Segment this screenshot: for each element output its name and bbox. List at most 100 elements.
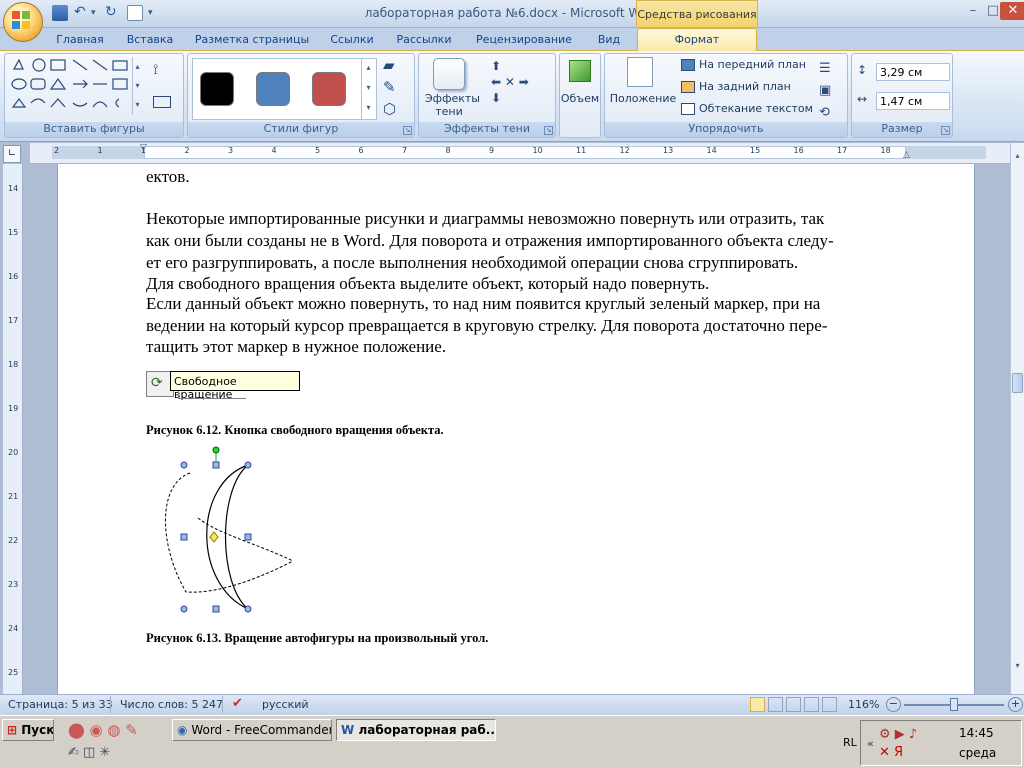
tab-insert[interactable]: Вставка bbox=[120, 30, 180, 50]
size-launcher-icon[interactable]: ↘ bbox=[941, 126, 950, 135]
shape-outline-icon[interactable]: ✎ bbox=[383, 78, 396, 96]
align-group-rotate-icons[interactable]: ☰ ▣ ⟲ bbox=[819, 58, 831, 124]
shape-styles-launcher-icon[interactable]: ↘ bbox=[403, 126, 412, 135]
view-buttons bbox=[750, 697, 840, 712]
zoom-out-icon[interactable]: − bbox=[886, 697, 901, 712]
tray-expand-icon[interactable]: « bbox=[867, 737, 874, 750]
tab-mailings[interactable]: Рассылки bbox=[391, 30, 457, 50]
position-label[interactable]: Положение bbox=[609, 92, 677, 105]
three-d-icon[interactable] bbox=[569, 60, 591, 82]
ruler-number: 1 bbox=[141, 146, 147, 155]
tray-icons[interactable]: ⚙ ▶ ♪ bbox=[879, 727, 917, 742]
height-icon: ↕ bbox=[857, 63, 868, 77]
shapes-gallery-scroll[interactable]: ▴ ▾ ▾ bbox=[132, 57, 142, 115]
ruler-number: 14 bbox=[706, 146, 717, 155]
style-swatch-black[interactable] bbox=[200, 72, 234, 106]
ruler-number: 12 bbox=[619, 146, 630, 155]
group-arrange: Положение На передний план На задний пла… bbox=[604, 53, 848, 138]
text-wrapping-label[interactable]: Обтекание текстом bbox=[699, 102, 813, 115]
tab-view[interactable]: Вид bbox=[590, 30, 628, 50]
tab-page-layout[interactable]: Разметка страницы bbox=[190, 30, 314, 50]
shape-fill-icon[interactable]: ▰ bbox=[383, 56, 395, 74]
window-title: лабораторная работа №6.docx - Microsoft … bbox=[364, 6, 660, 20]
contextual-tab-title: Средства рисования bbox=[636, 0, 758, 28]
tab-references[interactable]: Ссылки bbox=[322, 30, 382, 50]
ruler-number: 6 bbox=[358, 146, 364, 155]
ruler-number: 3 bbox=[228, 146, 234, 155]
shadow-effects-label-2[interactable]: тени bbox=[425, 105, 473, 118]
edit-shape-icon[interactable]: ⟟ bbox=[153, 62, 158, 78]
bring-to-front-label[interactable]: На передний план bbox=[699, 58, 806, 71]
group-label-shadow-effects: Эффекты тени bbox=[419, 122, 555, 137]
tab-format[interactable]: Формат bbox=[637, 28, 757, 51]
document-page[interactable]: ектов. Некоторые импортированные рисунки… bbox=[57, 164, 975, 694]
text-box-icon[interactable] bbox=[153, 96, 171, 108]
vertical-ruler-number: 22 bbox=[8, 536, 19, 545]
draft-icon[interactable] bbox=[822, 697, 837, 712]
page-count[interactable]: Страница: 5 из 33 bbox=[8, 698, 113, 711]
clock-time[interactable]: 14:45 bbox=[959, 726, 994, 740]
ruler-number: 4 bbox=[271, 146, 277, 155]
body-line-2: Некоторые импортированные рисунки и диаг… bbox=[146, 209, 825, 228]
position-icon[interactable] bbox=[627, 57, 653, 87]
task-label-word: лабораторная раб... bbox=[358, 723, 496, 737]
full-screen-reading-icon[interactable] bbox=[768, 697, 783, 712]
task-word-document[interactable]: W лабораторная раб... bbox=[336, 719, 496, 741]
bring-front-icon bbox=[681, 59, 695, 71]
scroll-down-icon[interactable]: ▾ bbox=[1012, 661, 1023, 673]
scroll-up-icon[interactable]: ▴ bbox=[1012, 151, 1023, 163]
group-label-shape-styles: Стили фигур bbox=[188, 122, 414, 137]
ruler-number: 13 bbox=[663, 146, 674, 155]
quick-launch-icons[interactable]: ⬤ ◉ ◍ ✎ bbox=[68, 721, 138, 739]
tray-icons-2[interactable]: ✕ Я bbox=[879, 745, 903, 760]
style-swatch-red[interactable] bbox=[312, 72, 346, 106]
vertical-ruler-number: 21 bbox=[8, 492, 19, 501]
zoom-level[interactable]: 116% bbox=[848, 698, 879, 711]
caption-figure-6-12: Рисунок 6.12. Кнопка свободного вращения… bbox=[146, 423, 444, 437]
style-gallery-scroll[interactable]: ▴ ▾ ▾ bbox=[361, 58, 375, 120]
tab-review[interactable]: Рецензирование bbox=[470, 30, 578, 50]
shadow-effects-launcher-icon[interactable]: ↘ bbox=[544, 126, 553, 135]
style-swatch-blue[interactable] bbox=[256, 72, 290, 106]
spelling-check-icon[interactable]: ✔ bbox=[232, 696, 243, 711]
group-label-insert-shapes: Вставить фигуры bbox=[5, 122, 183, 137]
crescent-figure bbox=[165, 446, 294, 613]
zoom-in-icon[interactable]: + bbox=[1008, 697, 1023, 712]
send-to-back-label[interactable]: На задний план bbox=[699, 80, 791, 93]
office-logo-icon bbox=[12, 11, 30, 29]
group-label-size: Размер bbox=[852, 122, 952, 137]
outline-icon[interactable] bbox=[804, 697, 819, 712]
width-icon: ↔ bbox=[857, 92, 868, 106]
tab-home[interactable]: Главная bbox=[50, 30, 110, 50]
shape-height-input[interactable]: 3,29 см bbox=[876, 63, 950, 81]
clock-day[interactable]: среда bbox=[959, 746, 996, 760]
vertical-ruler-number: 23 bbox=[8, 580, 19, 589]
change-shape-icon[interactable]: ⬡ bbox=[383, 100, 396, 118]
ruler-number: 18 bbox=[880, 146, 891, 155]
word-count[interactable]: Число слов: 5 247 bbox=[120, 698, 223, 711]
ruler-number: 2 bbox=[54, 146, 60, 155]
ruler-number: 11 bbox=[576, 146, 587, 155]
quick-launch-icons-2[interactable]: ✍ ◫ ✳ bbox=[68, 745, 110, 760]
language-indicator[interactable]: RL bbox=[843, 736, 857, 749]
tab-selector[interactable]: ∟ bbox=[3, 145, 21, 163]
vertical-ruler-number: 18 bbox=[8, 360, 19, 369]
language[interactable]: русский bbox=[262, 698, 309, 711]
freecommander-icon: ◉ bbox=[177, 723, 188, 737]
close-button[interactable]: ✕ bbox=[1000, 2, 1024, 20]
web-layout-icon[interactable] bbox=[786, 697, 801, 712]
zoom-slider-thumb[interactable] bbox=[950, 698, 958, 711]
shapes-gallery-icon[interactable] bbox=[9, 57, 143, 117]
print-layout-icon[interactable] bbox=[750, 697, 765, 712]
vertical-ruler-number: 15 bbox=[8, 228, 19, 237]
shadow-effects-label-1[interactable]: Эффекты bbox=[425, 92, 480, 105]
group-size: ↕ 3,29 см ↔ 1,47 см Размер ↘ bbox=[851, 53, 953, 138]
vertical-scrollbar[interactable]: ▴ ▾ bbox=[1010, 143, 1024, 694]
start-button[interactable]: ⊞ Пуск bbox=[2, 719, 54, 741]
scroll-thumb[interactable] bbox=[1012, 373, 1023, 393]
nudge-shadow-icon[interactable]: ⬆ ⬅ ✕ ➡ ⬇ bbox=[491, 58, 529, 106]
shape-width-input[interactable]: 1,47 см bbox=[876, 92, 950, 110]
task-freecommander[interactable]: ◉ Word - FreeCommander bbox=[172, 719, 332, 741]
shadow-effects-icon[interactable] bbox=[433, 58, 465, 90]
three-d-label[interactable]: Объем bbox=[560, 92, 600, 105]
